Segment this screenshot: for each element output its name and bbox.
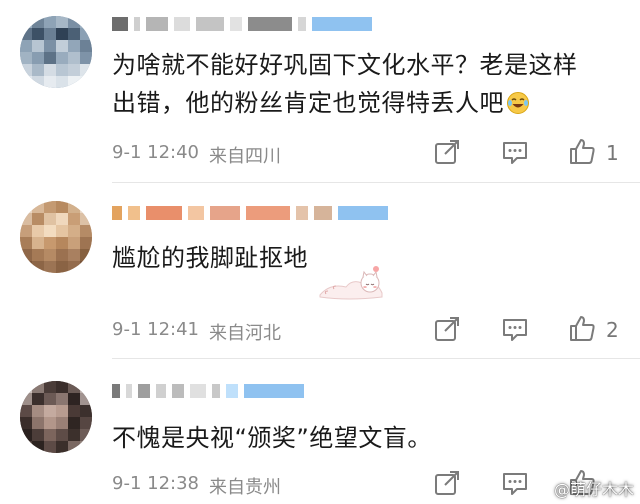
avatar[interactable] (20, 16, 92, 88)
comment-meta: 9-1 12:38 来自贵州 (112, 473, 281, 499)
like-icon[interactable] (567, 136, 597, 166)
comment-meta: 9-1 12:40 来自四川 (112, 142, 281, 168)
like-count: 2 (606, 318, 619, 342)
comment-icon[interactable] (500, 468, 530, 498)
username-blurred[interactable] (112, 203, 388, 223)
timestamp: 9-1 12:41 (112, 319, 199, 340)
comment-item-3: 不愧是央视“颁奖”绝望文盲。 9-1 12:38 来自贵州 (0, 359, 640, 504)
share-icon[interactable] (432, 468, 462, 498)
like-icon[interactable] (567, 313, 597, 343)
comment-icon[interactable] (500, 314, 530, 344)
location: 来自河北 (209, 323, 281, 344)
share-icon[interactable] (432, 137, 462, 167)
timestamp: 9-1 12:38 (112, 473, 199, 494)
location: 来自四川 (209, 146, 281, 167)
username-blurred[interactable] (112, 14, 372, 34)
comment-meta: 9-1 12:41 来自河北 (112, 319, 281, 345)
comment-text-line: 为啥就不能好好巩固下文化水平？老是这样 (112, 51, 578, 79)
comment-text-line: 出错，他的粉丝肯定也觉得特丢人吧 (112, 84, 620, 122)
comment-text-line: 不愧是央视“颁奖”绝望文盲。 (112, 424, 432, 452)
comment-text: 为啥就不能好好巩固下文化水平？老是这样 出错，他的粉丝肯定也觉得特丢人吧 (112, 46, 620, 122)
comment-icon[interactable] (500, 137, 530, 167)
cat-sticker-icon (319, 266, 383, 300)
like-count: 1 (606, 141, 619, 165)
location: 来自贵州 (209, 477, 281, 498)
share-icon[interactable] (432, 314, 462, 344)
comment-item-2: 尴尬的我脚趾抠地 9-1 12:41 来自河北 2 (0, 183, 640, 358)
username-blurred[interactable] (112, 381, 304, 401)
comment-text: 不愧是央视“颁奖”绝望文盲。 (112, 419, 620, 457)
avatar[interactable] (20, 201, 92, 273)
comment-item-1: 为啥就不能好好巩固下文化水平？老是这样 出错，他的粉丝肯定也觉得特丢人吧 9-1… (0, 0, 640, 182)
watermark-text: @萌仔木木 (553, 480, 634, 499)
laughing-tears-emoji-icon (507, 92, 529, 114)
watermark: @萌仔木木 (554, 476, 634, 500)
comment-text-line-2: 出错，他的粉丝肯定也觉得特丢人吧 (112, 89, 504, 117)
timestamp: 9-1 12:40 (112, 142, 199, 163)
avatar[interactable] (20, 381, 92, 453)
